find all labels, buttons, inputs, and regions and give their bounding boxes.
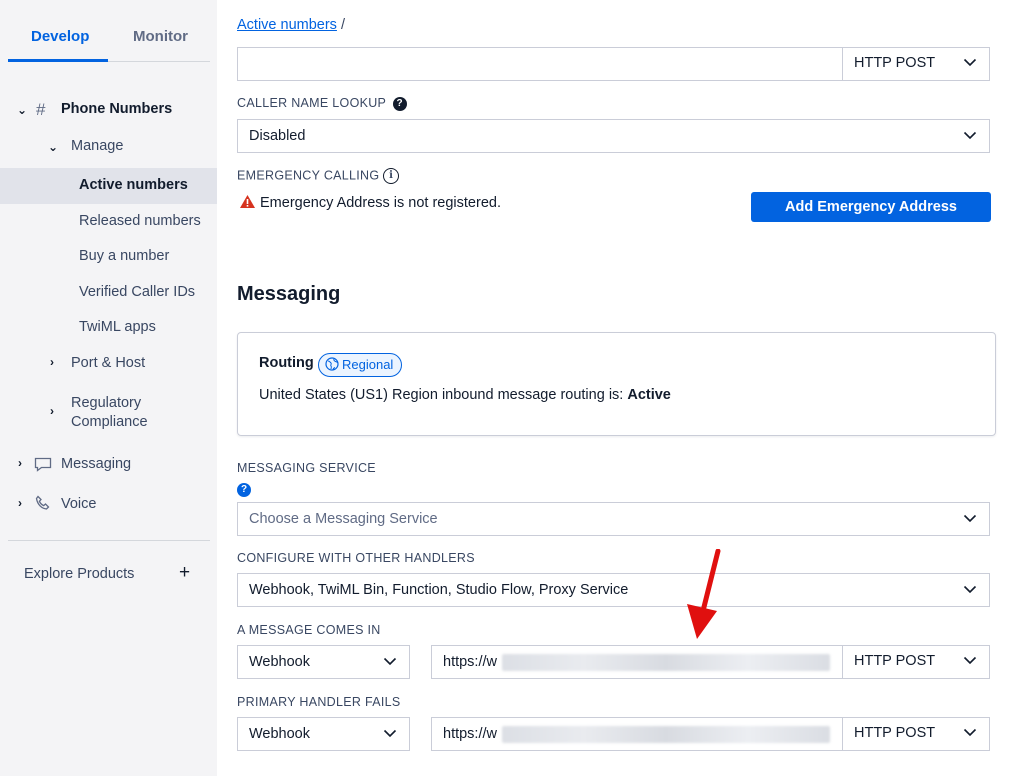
messaging-heading: Messaging bbox=[237, 283, 341, 305]
message-comes-in-type-select[interactable]: Webhook bbox=[237, 645, 410, 679]
emergency-warning: Emergency Address is not registered. bbox=[239, 194, 501, 213]
sidebar-item-voice[interactable]: Voice bbox=[61, 496, 96, 512]
breadcrumb-separator: / bbox=[340, 17, 345, 33]
configure-handlers-value: Webhook, TwiML Bin, Function, Studio Flo… bbox=[249, 582, 629, 598]
help-icon[interactable]: ? bbox=[237, 483, 251, 497]
primary-handler-fails-method: HTTP POST bbox=[854, 725, 936, 741]
configure-handlers-select[interactable]: Webhook, TwiML Bin, Function, Studio Flo… bbox=[237, 573, 990, 607]
sidebar-item-regulatory[interactable]: Regulatory bbox=[71, 395, 141, 411]
chevron-down-icon bbox=[963, 511, 977, 525]
primary-handler-fails-url-field[interactable]: https://w HTTP POST bbox=[431, 717, 990, 751]
chevron-down-icon bbox=[383, 726, 397, 740]
chevron-down-icon bbox=[963, 653, 977, 667]
sidebar-tabs: Develop Monitor bbox=[8, 0, 210, 62]
help-icon[interactable]: ? bbox=[392, 96, 407, 111]
message-comes-in-label: A MESSAGE COMES IN bbox=[237, 623, 381, 637]
chat-bubble-icon bbox=[34, 457, 52, 477]
chevron-down-icon bbox=[963, 582, 977, 596]
sidebar-item-twiml-apps[interactable]: TwiML apps bbox=[79, 319, 156, 335]
tab-monitor[interactable]: Monitor bbox=[133, 28, 188, 45]
chevron-right-icon[interactable]: › bbox=[50, 404, 54, 418]
breadcrumb-link-active-numbers[interactable]: Active numbers bbox=[237, 17, 337, 33]
sidebar-item-manage[interactable]: Manage bbox=[71, 138, 123, 154]
primary-handler-fails-type: Webhook bbox=[249, 726, 310, 742]
routing-card: Routing Regional United States (US1) Reg… bbox=[237, 332, 996, 436]
messaging-service-placeholder: Choose a Messaging Service bbox=[249, 511, 438, 527]
top-method-select[interactable]: HTTP POST bbox=[842, 47, 989, 81]
sidebar-item-buy-a-number[interactable]: Buy a number bbox=[79, 248, 169, 264]
sidebar-item-released-numbers[interactable]: Released numbers bbox=[79, 213, 201, 229]
breadcrumb: Active numbers / bbox=[237, 17, 345, 33]
sidebar-item-phone-numbers[interactable]: Phone Numbers bbox=[61, 101, 172, 117]
add-emergency-address-button[interactable]: Add Emergency Address bbox=[751, 192, 991, 222]
message-comes-in-method: HTTP POST bbox=[854, 653, 936, 669]
emergency-warning-text: Emergency Address is not registered. bbox=[260, 195, 501, 211]
messaging-service-label: MESSAGING SERVICE bbox=[237, 461, 376, 475]
sidebar-item-compliance[interactable]: Compliance bbox=[71, 414, 148, 430]
phone-icon bbox=[35, 495, 51, 516]
explore-products-link[interactable]: Explore Products bbox=[24, 566, 134, 582]
caller-name-lookup-text: CALLER NAME LOOKUP bbox=[237, 96, 386, 110]
chevron-down-icon bbox=[963, 128, 977, 142]
message-comes-in-method-select[interactable]: HTTP POST bbox=[842, 645, 989, 679]
caller-name-lookup-label: CALLER NAME LOOKUP ? bbox=[237, 96, 407, 111]
regional-badge: Regional bbox=[318, 353, 403, 377]
info-icon[interactable]: i bbox=[383, 168, 400, 184]
warning-icon bbox=[239, 194, 256, 213]
hash-icon: # bbox=[36, 100, 46, 119]
primary-handler-fails-label: PRIMARY HANDLER FAILS bbox=[237, 695, 401, 709]
top-method-value: HTTP POST bbox=[854, 55, 936, 71]
chevron-right-icon[interactable]: › bbox=[18, 456, 22, 470]
chevron-down-icon bbox=[963, 55, 977, 69]
sidebar-divider bbox=[8, 540, 210, 541]
primary-handler-fails-method-select[interactable]: HTTP POST bbox=[842, 717, 989, 751]
routing-description: United States (US1) Region inbound messa… bbox=[259, 387, 628, 403]
plus-icon[interactable]: + bbox=[179, 562, 190, 584]
configure-handlers-label: CONFIGURE WITH OTHER HANDLERS bbox=[237, 551, 475, 565]
emergency-calling-text: EMERGENCY CALLING bbox=[237, 168, 380, 183]
routing-status: Active bbox=[627, 387, 671, 403]
main-content: Active numbers / HTTP POST CALLER NAME L… bbox=[217, 0, 1024, 776]
caller-name-lookup-value: Disabled bbox=[249, 128, 306, 144]
regional-badge-text: Regional bbox=[342, 357, 394, 372]
chevron-down-icon[interactable]: ⌄ bbox=[17, 103, 27, 117]
routing-status-text: United States (US1) Region inbound messa… bbox=[259, 387, 671, 403]
caller-name-lookup-select[interactable]: Disabled bbox=[237, 119, 990, 153]
sidebar-item-verified-caller-ids[interactable]: Verified Caller IDs bbox=[79, 284, 195, 300]
message-comes-in-url-field[interactable]: https://w HTTP POST bbox=[431, 645, 990, 679]
primary-handler-fails-url[interactable]: https://w bbox=[443, 726, 497, 742]
voice-fallback-url-field[interactable]: HTTP POST bbox=[237, 47, 990, 81]
sidebar-item-active-numbers[interactable]: Active numbers bbox=[79, 177, 188, 193]
message-comes-in-url[interactable]: https://w bbox=[443, 654, 497, 670]
emergency-calling-label: EMERGENCY CALLING i bbox=[237, 168, 400, 184]
globe-icon bbox=[325, 357, 339, 371]
active-tab-indicator bbox=[8, 59, 108, 62]
sidebar: Develop Monitor ⌄ # Phone Numbers ⌄ Mana… bbox=[0, 0, 217, 776]
chevron-right-icon[interactable]: › bbox=[18, 496, 22, 510]
tab-develop[interactable]: Develop bbox=[31, 28, 89, 45]
annotation-arrow-icon bbox=[687, 549, 721, 639]
routing-title: Routing bbox=[259, 355, 314, 371]
messaging-service-select[interactable]: Choose a Messaging Service bbox=[237, 502, 990, 536]
redacted-url bbox=[502, 654, 830, 671]
redacted-url bbox=[502, 726, 830, 743]
sidebar-item-port-host[interactable]: Port & Host bbox=[71, 355, 145, 371]
chevron-right-icon[interactable]: › bbox=[50, 355, 54, 369]
chevron-down-icon bbox=[383, 654, 397, 668]
primary-handler-fails-type-select[interactable]: Webhook bbox=[237, 717, 410, 751]
chevron-down-icon[interactable]: ⌄ bbox=[48, 140, 58, 154]
chevron-down-icon bbox=[963, 725, 977, 739]
message-comes-in-type: Webhook bbox=[249, 654, 310, 670]
sidebar-item-messaging[interactable]: Messaging bbox=[61, 456, 131, 472]
